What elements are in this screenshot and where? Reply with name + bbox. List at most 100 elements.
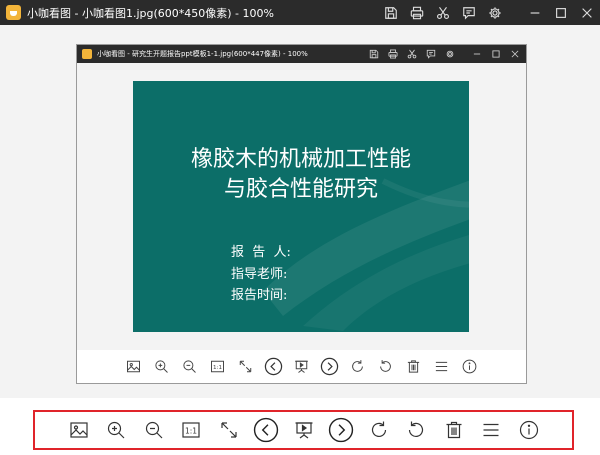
previous-button[interactable] [247, 412, 285, 448]
inner-slideshow-tool [288, 353, 316, 381]
zoom-out-icon [145, 421, 162, 439]
maximize-icon [491, 50, 500, 58]
inner-settings-button [440, 45, 459, 63]
slide-reporter-label: 报 告 人: [231, 245, 291, 260]
actual-size-icon: 1:1 [211, 360, 224, 373]
menu-icon [483, 423, 499, 437]
inner-zoom-out-tool [176, 353, 204, 381]
actual-size-button[interactable]: 1:1 [172, 412, 210, 448]
info-button[interactable] [510, 412, 548, 448]
inner-previous-tool [260, 353, 288, 381]
window-title: 小咖看图 - 小咖看图1.jpg(600*450像素) - 100% [27, 6, 274, 20]
rotate-right-icon [371, 421, 386, 438]
inner-window-title: 小咖看图 - 研究生开题报告ppt模板1-1.jpg(600*447像素) - … [97, 50, 308, 58]
settings-icon [489, 6, 501, 19]
main-toolbar: 1:1 [33, 410, 574, 450]
save-icon [385, 6, 397, 19]
slideshow-button[interactable] [285, 412, 323, 448]
inner-next-tool [316, 353, 344, 381]
inner-rotate-right-tool [344, 353, 372, 381]
feedback-icon [463, 6, 475, 20]
slide-title-line-2: 与胶合性能研究 [223, 177, 378, 202]
inner-save-button [364, 45, 383, 63]
slideshow-icon [295, 422, 312, 439]
cut-icon [437, 6, 449, 19]
zoom-out-button[interactable] [135, 412, 173, 448]
inner-actual-size-tool: 1:1 [204, 353, 232, 381]
rotate-left-icon [380, 360, 391, 372]
fullscreen-icon [239, 360, 252, 373]
inner-maximize-button [486, 45, 505, 63]
delete-button[interactable] [435, 412, 473, 448]
cut-icon [407, 49, 416, 59]
delete-icon [407, 360, 420, 373]
presentation-slide: 橡胶木的机械加工性能 与胶合性能研究 报 告 人: 指导老师: 报告时间: [133, 81, 469, 332]
slide-advisor-label: 指导老师: [231, 267, 288, 282]
slide-title-line-1: 橡胶木的机械加工性能 [190, 147, 411, 172]
zoom-in-icon [107, 421, 125, 439]
inner-menu-tool [428, 353, 456, 381]
inner-delete-tool [400, 353, 428, 381]
print-button[interactable] [404, 0, 430, 25]
next-button[interactable] [322, 412, 360, 448]
title-bar-tools [378, 0, 600, 25]
slide-report-time-label: 报告时间: [231, 288, 288, 303]
minimize-icon [473, 53, 480, 55]
inner-minimize-button [467, 45, 486, 63]
cut-button[interactable] [430, 0, 456, 25]
inner-canvas: 橡胶木的机械加工性能 与胶合性能研究 报 告 人: 指导老师: 报告时间: [77, 63, 526, 350]
close-icon [511, 50, 518, 58]
minimize-icon [530, 11, 540, 14]
info-icon [519, 420, 538, 440]
actual-size-label: 1:1 [185, 426, 197, 435]
displayed-image-viewer: 小咖看图 - 研究生开题报告ppt模板1-1.jpg(600*447像素) - … [76, 44, 527, 384]
image-button[interactable] [60, 412, 98, 448]
settings-button[interactable] [482, 0, 508, 25]
inner-image-tool [120, 353, 148, 381]
save-icon [369, 49, 378, 59]
menu-button[interactable] [472, 412, 510, 448]
maximize-button[interactable] [548, 0, 574, 25]
rotate-left-icon [408, 421, 424, 438]
menu-icon [435, 361, 448, 372]
maximize-icon [556, 7, 566, 18]
fullscreen-button[interactable] [210, 412, 248, 448]
feedback-button[interactable] [456, 0, 482, 25]
next-icon [328, 417, 354, 443]
inner-actual-size-label: 1:1 [213, 365, 222, 371]
inner-zoom-in-tool [148, 353, 176, 381]
inner-title-tools [364, 45, 524, 63]
next-icon [320, 357, 339, 376]
inner-cut-button [402, 45, 421, 63]
inner-rotate-left-tool [372, 353, 400, 381]
inner-toolbar: 1:1 [77, 350, 526, 383]
print-icon [388, 49, 397, 59]
zoom-in-button[interactable] [97, 412, 135, 448]
zoom-in-icon [155, 360, 168, 373]
inner-app-logo-icon [82, 49, 92, 59]
image-icon [127, 360, 140, 373]
inner-info-tool [456, 353, 484, 381]
previous-icon [264, 357, 283, 376]
fullscreen-icon [220, 422, 237, 438]
close-button[interactable] [574, 0, 600, 25]
rotate-right-button[interactable] [360, 412, 398, 448]
inner-title-bar: 小咖看图 - 研究生开题报告ppt模板1-1.jpg(600*447像素) - … [77, 45, 526, 63]
settings-icon [446, 50, 453, 58]
inner-print-button [383, 45, 402, 63]
inner-fullscreen-tool [232, 353, 260, 381]
title-bar: 小咖看图 - 小咖看图1.jpg(600*450像素) - 100% [0, 0, 600, 25]
actual-size-icon: 1:1 [182, 422, 200, 438]
info-icon [462, 359, 477, 374]
rotate-right-icon [352, 360, 363, 372]
print-icon [410, 6, 424, 19]
save-button[interactable] [378, 0, 404, 25]
minimize-button[interactable] [522, 0, 548, 25]
delete-icon [446, 421, 461, 439]
zoom-out-icon [183, 360, 196, 373]
slideshow-icon [295, 360, 308, 373]
feedback-icon [426, 49, 435, 59]
close-icon [582, 7, 592, 18]
rotate-left-button[interactable] [397, 412, 435, 448]
previous-icon [253, 417, 279, 443]
